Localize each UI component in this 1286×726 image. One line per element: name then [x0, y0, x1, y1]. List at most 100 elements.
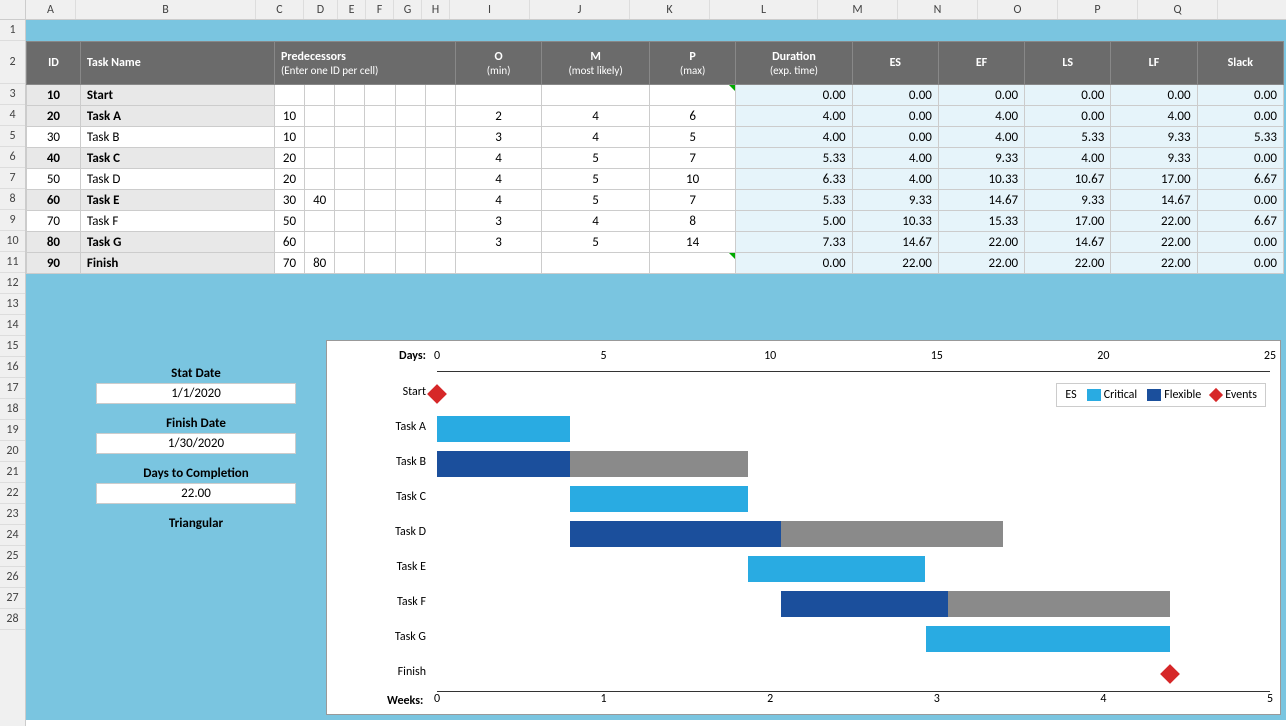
- cell-id[interactable]: 80: [27, 232, 81, 253]
- cell-p0[interactable]: 10: [274, 106, 304, 127]
- row-header-9[interactable]: 9: [0, 210, 25, 231]
- cell-ls[interactable]: 0.00: [1025, 106, 1111, 127]
- cell-lf[interactable]: 22.00: [1111, 253, 1197, 274]
- cell-o[interactable]: [455, 253, 541, 274]
- cell-id[interactable]: 10: [27, 85, 81, 106]
- cell-o[interactable]: [455, 85, 541, 106]
- cell-id[interactable]: 50: [27, 169, 81, 190]
- col-header-F[interactable]: F: [366, 0, 394, 19]
- cell-id[interactable]: 70: [27, 211, 81, 232]
- cell-p2[interactable]: [335, 169, 365, 190]
- cell-ef[interactable]: 22.00: [938, 253, 1024, 274]
- cell-p4[interactable]: [395, 169, 425, 190]
- cell-dur[interactable]: 4.00: [736, 127, 852, 148]
- cell-slack[interactable]: 0.00: [1197, 190, 1283, 211]
- cell-ls[interactable]: 0.00: [1025, 85, 1111, 106]
- cell-p4[interactable]: [395, 85, 425, 106]
- cell-p4[interactable]: [395, 211, 425, 232]
- cell-slack[interactable]: 0.00: [1197, 148, 1283, 169]
- cell-o[interactable]: 3: [455, 211, 541, 232]
- cell-p5[interactable]: [425, 169, 455, 190]
- cell-lf[interactable]: 9.33: [1111, 148, 1197, 169]
- smart-tag-icon[interactable]: [729, 253, 735, 259]
- header-lf[interactable]: LF: [1111, 42, 1197, 85]
- row-header-15[interactable]: 15: [0, 336, 25, 357]
- cell-ef[interactable]: 14.67: [938, 190, 1024, 211]
- header-id[interactable]: ID: [27, 42, 81, 85]
- row-header-5[interactable]: 5: [0, 126, 25, 147]
- cell-p5[interactable]: [425, 85, 455, 106]
- smart-tag-icon[interactable]: [729, 85, 735, 91]
- row-header-14[interactable]: 14: [0, 315, 25, 336]
- cell-id[interactable]: 60: [27, 190, 81, 211]
- cell-dur[interactable]: 6.33: [736, 169, 852, 190]
- header-slack[interactable]: Slack: [1197, 42, 1283, 85]
- cell-ef[interactable]: 4.00: [938, 106, 1024, 127]
- cell-dur[interactable]: 5.33: [736, 190, 852, 211]
- cell-name[interactable]: Task E: [80, 190, 274, 211]
- cell-p[interactable]: 8: [650, 211, 736, 232]
- days-completion-value[interactable]: 22.00: [96, 483, 296, 504]
- cell-p[interactable]: 7: [650, 190, 736, 211]
- row-header-28[interactable]: 28: [0, 609, 25, 630]
- cell-p1[interactable]: 40: [305, 190, 335, 211]
- row-header-3[interactable]: 3: [0, 84, 25, 105]
- cell-ef[interactable]: 15.33: [938, 211, 1024, 232]
- cell-ls[interactable]: 22.00: [1025, 253, 1111, 274]
- col-header-K[interactable]: K: [630, 0, 710, 19]
- header-m[interactable]: M(most likely): [542, 42, 650, 85]
- row-header-18[interactable]: 18: [0, 399, 25, 420]
- cell-name[interactable]: Task C: [80, 148, 274, 169]
- row-header-8[interactable]: 8: [0, 189, 25, 210]
- cell-dur[interactable]: 4.00: [736, 106, 852, 127]
- cell-es[interactable]: 4.00: [852, 169, 938, 190]
- cell-o[interactable]: 3: [455, 232, 541, 253]
- col-header-M[interactable]: M: [818, 0, 898, 19]
- cell-p4[interactable]: [395, 106, 425, 127]
- cell-p2[interactable]: [335, 148, 365, 169]
- cell-p1[interactable]: [305, 169, 335, 190]
- cell-p5[interactable]: [425, 253, 455, 274]
- cell-p2[interactable]: [335, 85, 365, 106]
- cell-o[interactable]: 4: [455, 148, 541, 169]
- cell-m[interactable]: 4: [542, 211, 650, 232]
- cell-ef[interactable]: 0.00: [938, 85, 1024, 106]
- cell-p4[interactable]: [395, 190, 425, 211]
- col-header-Q[interactable]: Q: [1138, 0, 1218, 19]
- row-header-22[interactable]: 22: [0, 483, 25, 504]
- cell-p0[interactable]: 70: [274, 253, 304, 274]
- row-header-17[interactable]: 17: [0, 378, 25, 399]
- cell-p1[interactable]: [305, 127, 335, 148]
- cell-lf[interactable]: 4.00: [1111, 106, 1197, 127]
- cell-p1[interactable]: [305, 232, 335, 253]
- cell-p0[interactable]: 10: [274, 127, 304, 148]
- cell-p1[interactable]: [305, 106, 335, 127]
- cell-m[interactable]: [542, 253, 650, 274]
- cell-p5[interactable]: [425, 106, 455, 127]
- cell-p1[interactable]: [305, 211, 335, 232]
- col-header-P[interactable]: P: [1058, 0, 1138, 19]
- cell-p4[interactable]: [395, 232, 425, 253]
- col-header-I[interactable]: I: [450, 0, 530, 19]
- cell-p3[interactable]: [365, 190, 395, 211]
- cell-p3[interactable]: [365, 148, 395, 169]
- cell-p[interactable]: 10: [650, 169, 736, 190]
- cell-slack[interactable]: 0.00: [1197, 85, 1283, 106]
- cell-lf[interactable]: 22.00: [1111, 232, 1197, 253]
- cell-es[interactable]: 0.00: [852, 127, 938, 148]
- col-header-H[interactable]: H: [422, 0, 450, 19]
- header-ls[interactable]: LS: [1025, 42, 1111, 85]
- header-pred[interactable]: Predecessors(Enter one ID per cell): [274, 42, 455, 85]
- cell-p4[interactable]: [395, 127, 425, 148]
- cell-p1[interactable]: [305, 85, 335, 106]
- cell-es[interactable]: 0.00: [852, 106, 938, 127]
- cell-ef[interactable]: 10.33: [938, 169, 1024, 190]
- cell-p3[interactable]: [365, 85, 395, 106]
- col-header-G[interactable]: G: [394, 0, 422, 19]
- row-header-10[interactable]: 10: [0, 231, 25, 252]
- cell-ef[interactable]: 22.00: [938, 232, 1024, 253]
- cell-o[interactable]: 4: [455, 169, 541, 190]
- cell-slack[interactable]: 0.00: [1197, 106, 1283, 127]
- cell-p[interactable]: 14: [650, 232, 736, 253]
- cell-slack[interactable]: 0.00: [1197, 253, 1283, 274]
